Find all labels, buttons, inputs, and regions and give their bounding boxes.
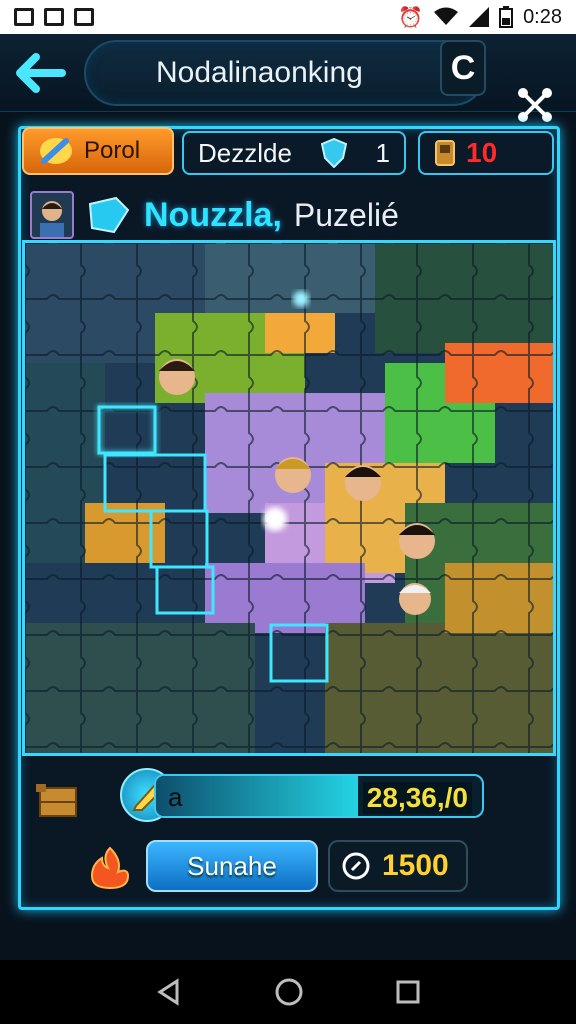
avatar [30,191,74,239]
screen-title: Nodalinaonking [156,56,363,89]
puzzle-grid[interactable] [25,243,553,753]
notification-icon [74,8,94,26]
alarm-icon: ⏰ [398,6,424,29]
puzzle-name-secondary: Puzelié [293,196,399,233]
signal-icon [469,7,490,27]
progress-label: a [168,782,183,812]
nav-recents-icon[interactable] [395,979,421,1005]
battery-icon [499,6,514,28]
score-value: 28,36,/0 [362,782,472,814]
progress-bar: a 28,36,/0 [154,774,484,818]
timer-icon [435,140,455,166]
clock-time: 0:28 [523,5,562,28]
pencil-icon [40,138,72,164]
coin-icon [342,852,370,880]
notification-icon [44,8,64,26]
back-arrow-icon [16,53,66,93]
sparkle-icon [293,291,309,307]
character-icon [40,201,64,237]
difficulty-indicator: Dezzlde 1 [182,131,406,175]
timer-value: 10 [466,137,498,168]
progress-fill [156,776,359,816]
shield-icon [320,138,347,168]
point-button[interactable]: Porol [22,127,174,175]
back-button[interactable] [12,48,70,98]
notification-icon [14,8,34,26]
share-icon [518,88,552,122]
nav-back-icon[interactable] [155,978,183,1006]
coin-balance: 1500 [328,840,468,892]
main-action-button[interactable]: Sunahe [146,840,318,892]
sparkle-icon [263,507,287,531]
top-app-bar: Nodalinaonking [0,34,576,122]
system-navigation-bar [0,960,576,1024]
progress-row: a 28,36,/0 [30,768,530,828]
point-button-label: Porol [84,137,141,164]
nav-home-icon[interactable] [274,977,304,1007]
puzzle-piece-icon [88,196,130,234]
fire-icon[interactable] [88,846,132,890]
title-container: Nodalinaonking [84,40,486,106]
puzzle-title-row: Nouzzla, Puzelié [30,190,540,240]
puzzle-name-primary: Nouzzla, [144,195,282,234]
menu-button[interactable]: C [440,40,486,96]
system-status: ⏰ 0:28 [398,5,562,30]
crate-icon[interactable] [36,780,80,820]
coin-value: 1500 [382,849,449,882]
action-row: Sunahe 1500 [30,838,530,898]
puzzle-board[interactable] [22,240,556,756]
status-bar: ⏰ 0:28 [0,0,576,34]
difficulty-label: Dezzlde [198,137,292,168]
timer-indicator: 10 [418,131,554,175]
share-button[interactable] [508,80,562,130]
notification-icons [14,8,94,26]
wifi-icon [434,7,459,25]
difficulty-value: 1 [375,137,390,168]
